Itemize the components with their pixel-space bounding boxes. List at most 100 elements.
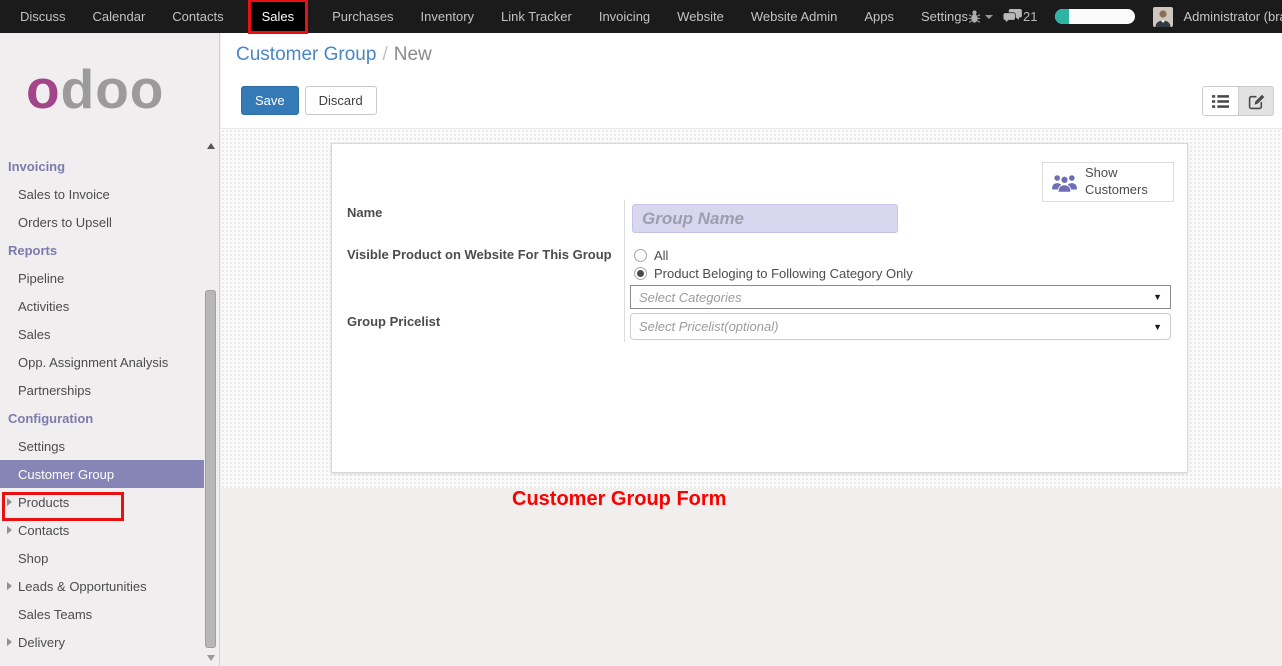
view-switcher (1202, 86, 1274, 116)
pricelist-select[interactable]: Select Pricelist(optional) ▼ (630, 313, 1171, 340)
scroll-up-arrow-icon[interactable] (207, 143, 215, 149)
menu-inventory[interactable]: Inventory (421, 9, 474, 24)
sidebar-item-shop[interactable]: Shop (0, 544, 204, 572)
sidebar-item-sales-teams[interactable]: Sales Teams (0, 600, 204, 628)
sidebar-item-pipeline[interactable]: Pipeline (0, 264, 204, 292)
main-content: Customer Group/New Save Discard (221, 33, 1282, 666)
pricelist-placeholder: Select Pricelist(optional) (639, 319, 1153, 334)
chevron-down-icon (985, 15, 993, 19)
menu-sales-active[interactable]: Sales (251, 2, 306, 31)
radio-unchecked-icon[interactable] (634, 249, 647, 262)
sidebar-item-settings[interactable]: Settings (0, 432, 204, 460)
item-label: Settings (18, 439, 65, 454)
menu-apps[interactable]: Apps (864, 9, 894, 24)
expand-arrow-icon[interactable] (7, 638, 12, 646)
form-edit-icon (1248, 93, 1265, 110)
sidebar-item-orders-to-upsell[interactable]: Orders to Upsell (0, 208, 204, 236)
menu-settings[interactable]: Settings (921, 9, 968, 24)
breadcrumb: Customer Group/New (236, 44, 432, 66)
sidebar-item-leads-opportunities[interactable]: Leads & Opportunities (0, 572, 204, 600)
dropdown-caret-icon: ▼ (1153, 292, 1162, 302)
control-panel: Customer Group/New Save Discard (221, 33, 1282, 128)
menu-calendar[interactable]: Calendar (93, 9, 146, 24)
sidebar-item-products[interactable]: Products (0, 488, 204, 516)
expand-arrow-icon[interactable] (7, 498, 12, 506)
topbar-right-cluster: 21 Administrator (braintree) (968, 7, 1282, 27)
item-label: Sales to Invoice (18, 187, 110, 202)
menu-website[interactable]: Website (677, 9, 724, 24)
usage-gauge[interactable] (1055, 9, 1135, 24)
item-label: Partnerships (18, 383, 91, 398)
messages-count: 21 (1023, 9, 1037, 24)
categories-placeholder: Select Categories (639, 290, 1153, 305)
form-column-divider (624, 200, 625, 342)
debug-bug-icon[interactable] (968, 9, 993, 24)
item-label: Sales (18, 327, 51, 342)
radio-label: Product Beloging to Following Category O… (654, 266, 913, 281)
form-action-buttons: Save Discard (241, 86, 377, 115)
sidebar-menu-list: Invoicing Sales to Invoice Orders to Ups… (0, 152, 204, 656)
group-name-input[interactable] (632, 204, 898, 233)
sidebar-scrollbar-thumb[interactable] (205, 290, 216, 648)
breadcrumb-current: New (394, 44, 432, 65)
menu-discuss[interactable]: Discuss (20, 9, 66, 24)
sidebar: odoo Invoicing Sales to Invoice Orders t… (0, 33, 220, 666)
sidebar-item-activities[interactable]: Activities (0, 292, 204, 320)
dropdown-caret-icon: ▼ (1153, 322, 1162, 332)
bug-icon (968, 9, 981, 24)
top-navbar: Discuss Calendar Contacts Sales Purchase… (0, 0, 1282, 33)
menu-purchases[interactable]: Purchases (332, 9, 393, 24)
item-label: Shop (18, 551, 48, 566)
menu-link-tracker[interactable]: Link Tracker (501, 9, 572, 24)
menu-contacts[interactable]: Contacts (172, 9, 223, 24)
sidebar-item-sales-to-invoice[interactable]: Sales to Invoice (0, 180, 204, 208)
top-menu-list: Discuss Calendar Contacts Sales Purchase… (20, 2, 968, 31)
item-label: Activities (18, 299, 69, 314)
radio-label: All (654, 248, 668, 263)
breadcrumb-parent-link[interactable]: Customer Group (236, 44, 376, 65)
show-customers-button[interactable]: Show Customers (1042, 162, 1174, 202)
sidebar-item-opp-assignment-analysis[interactable]: Opp. Assignment Analysis (0, 348, 204, 376)
item-label: Customer Group (18, 467, 114, 482)
odoo-logo-first-letter: o (26, 58, 61, 120)
pricelist-field-label: Group Pricelist (347, 314, 440, 329)
customers-people-icon (1051, 172, 1078, 193)
user-menu[interactable]: Administrator (braintree) (1183, 9, 1282, 24)
item-label: Contacts (18, 523, 69, 538)
form-view-background: Show Customers Name Visible Product on W… (221, 128, 1282, 488)
save-button[interactable]: Save (241, 86, 299, 115)
chat-icon (1003, 9, 1022, 24)
name-field-label: Name (347, 205, 382, 220)
radio-checked-icon[interactable] (634, 267, 647, 280)
menu-invoicing[interactable]: Invoicing (599, 9, 650, 24)
form-view-button[interactable] (1238, 86, 1274, 116)
scroll-down-arrow-icon[interactable] (207, 655, 215, 661)
expand-arrow-icon[interactable] (7, 526, 12, 534)
annotation-caption: Customer Group Form (512, 488, 726, 511)
item-label: Products (18, 495, 69, 510)
item-label: Delivery (18, 635, 65, 650)
discard-button[interactable]: Discard (305, 86, 377, 115)
item-label: Orders to Upsell (18, 215, 112, 230)
radio-option-category-only[interactable]: Product Beloging to Following Category O… (634, 266, 913, 281)
sidebar-item-contacts[interactable]: Contacts (0, 516, 204, 544)
expand-arrow-icon[interactable] (7, 582, 12, 590)
item-label: Leads & Opportunities (18, 579, 147, 594)
gauge-fill (1055, 9, 1069, 24)
sidebar-item-sales[interactable]: Sales (0, 320, 204, 348)
avatar[interactable] (1153, 7, 1173, 27)
list-view-button[interactable] (1202, 86, 1238, 116)
section-label: Invoicing (8, 159, 65, 174)
radio-option-all[interactable]: All (634, 248, 668, 263)
sidebar-item-customer-group[interactable]: Customer Group (0, 460, 204, 488)
bottom-area: Customer Group Form (221, 488, 1282, 666)
odoo-logo: odoo (26, 59, 219, 119)
odoo-logo-rest: doo (61, 58, 165, 120)
messages-indicator[interactable]: 21 (1003, 9, 1037, 24)
show-customers-label: Show Customers (1085, 165, 1155, 199)
sidebar-item-delivery[interactable]: Delivery (0, 628, 204, 656)
item-label: Opp. Assignment Analysis (18, 355, 168, 370)
sidebar-item-partnerships[interactable]: Partnerships (0, 376, 204, 404)
categories-select[interactable]: Select Categories ▼ (630, 285, 1171, 309)
menu-website-admin[interactable]: Website Admin (751, 9, 837, 24)
